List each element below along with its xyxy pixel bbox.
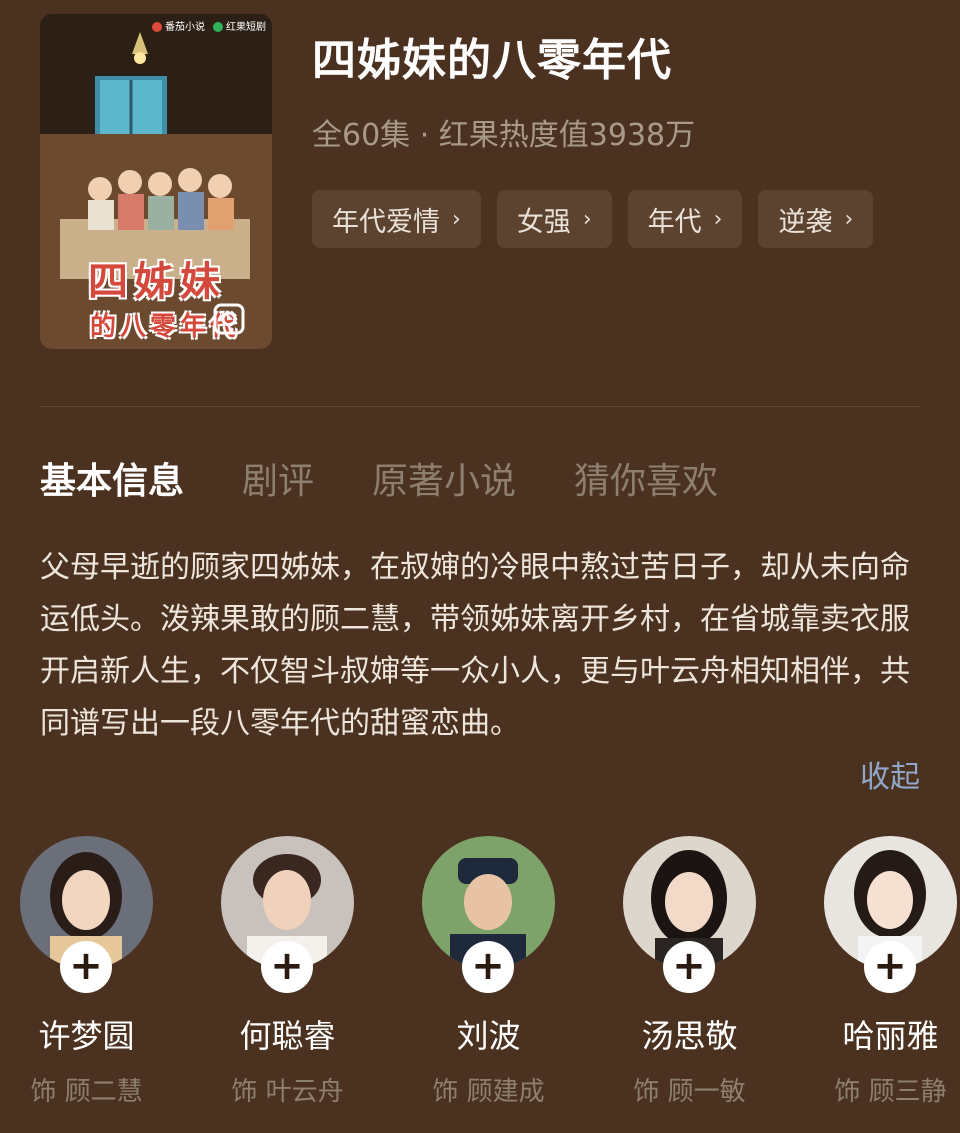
follow-button[interactable]: + (261, 941, 313, 993)
tag-label: 年代 (647, 206, 702, 238)
cast-member[interactable]: + 汤思敬 饰 顾一敏 (623, 836, 756, 1108)
plus-icon: + (873, 942, 907, 989)
tab-reviews[interactable]: 剧评 (242, 452, 314, 504)
fanqie-icon (152, 22, 162, 32)
image-search-icon[interactable] (212, 302, 246, 336)
follow-button[interactable]: + (60, 941, 112, 993)
collapse-link[interactable]: 收起 (860, 752, 920, 796)
avatar-container: + (221, 836, 354, 993)
tab-recommendations[interactable]: 猜你喜欢 (574, 452, 718, 504)
logo-fanqie: 番茄小说 (152, 18, 205, 33)
chevron-right-icon: › (452, 206, 461, 232)
plus-icon: + (672, 942, 706, 989)
section-divider (40, 406, 920, 407)
avatar-container: + (422, 836, 555, 993)
actor-name: 汤思敬 (641, 1017, 738, 1055)
cast-list: + 许梦圆 饰 顾二慧 + 何聪睿 饰 叶云舟 + 刘波 饰 顾建成 + 汤思敬… (20, 836, 960, 1108)
logo-hongguo: 红果短剧 (213, 18, 266, 33)
poster-image[interactable]: 番茄小说 红果短剧 四姊妹 的八零年代 (40, 14, 272, 349)
tag-label: 女强 (516, 206, 571, 238)
actor-role: 饰 顾二慧 (30, 1077, 143, 1107)
actor-role: 饰 顾三静 (834, 1077, 947, 1107)
tag-label: 年代爱情 (332, 206, 440, 238)
cast-member[interactable]: + 哈丽雅 饰 顾三静 (824, 836, 957, 1108)
cast-member[interactable]: + 许梦圆 饰 顾二慧 (20, 836, 153, 1108)
tab-original-novel[interactable]: 原著小说 (372, 452, 516, 504)
tab-basic-info[interactable]: 基本信息 (40, 452, 184, 504)
actor-role: 饰 顾一敏 (633, 1077, 746, 1107)
tag-button[interactable]: 年代 › (627, 190, 743, 248)
actor-name: 刘波 (456, 1017, 521, 1055)
avatar-container: + (623, 836, 756, 993)
chevron-right-icon: › (713, 206, 723, 232)
follow-button[interactable]: + (864, 941, 916, 993)
show-title: 四姊妹的八零年代 (312, 35, 672, 86)
tag-button[interactable]: 女强 › (496, 190, 612, 248)
tab-bar: 基本信息 剧评 原著小说 猜你喜欢 (40, 452, 718, 504)
avatar-container: + (824, 836, 957, 993)
chevron-right-icon: › (844, 206, 854, 232)
avatar-container: + (20, 836, 153, 993)
poster-logos: 番茄小说 红果短剧 (152, 18, 266, 33)
cast-member[interactable]: + 何聪睿 饰 叶云舟 (221, 836, 354, 1108)
tag-label: 逆袭 (778, 206, 833, 238)
actor-name: 许梦圆 (38, 1017, 135, 1055)
cast-member[interactable]: + 刘波 饰 顾建成 (422, 836, 555, 1108)
tag-button[interactable]: 年代爱情 › (312, 190, 481, 248)
actor-name: 何聪睿 (239, 1017, 336, 1055)
plus-icon: + (270, 942, 304, 989)
chevron-right-icon: › (582, 206, 592, 232)
tag-list: 年代爱情 › 女强 › 年代 › 逆袭 › (312, 190, 874, 248)
actor-name: 哈丽雅 (842, 1017, 939, 1055)
actor-role: 饰 叶云舟 (231, 1077, 344, 1107)
poster-title-line1: 四姊妹 (88, 259, 226, 305)
follow-button[interactable]: + (462, 941, 514, 993)
actor-role: 饰 顾建成 (432, 1077, 545, 1107)
hongguo-icon (213, 22, 223, 32)
plus-icon: + (69, 942, 103, 989)
plus-icon: + (471, 942, 505, 989)
follow-button[interactable]: + (663, 941, 715, 993)
show-meta: 全60集 · 红果热度值3938万 (312, 118, 696, 153)
synopsis-text: 父母早逝的顾家四姊妹，在叔婶的冷眼中熬过苦日子，却从未向命运低头。泼辣果敢的顾二… (40, 550, 910, 741)
tag-button[interactable]: 逆袭 › (758, 190, 874, 248)
